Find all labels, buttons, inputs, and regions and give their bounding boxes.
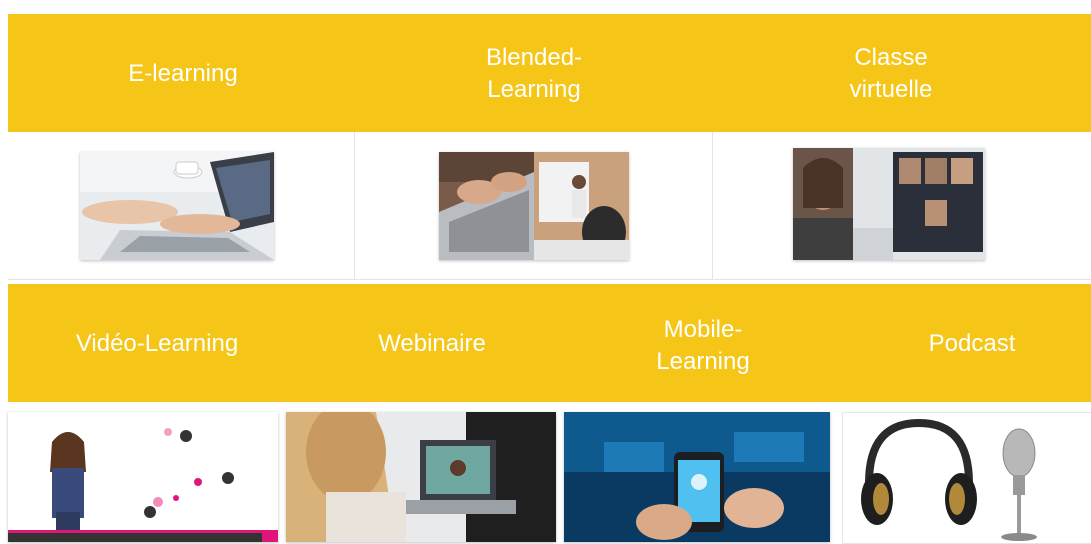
bottom-category-band: Vidéo-Learning Webinaire Mobile- Learnin…	[8, 284, 1091, 402]
laptop-typing-image[interactable]	[80, 152, 274, 260]
cell-blended-learning	[354, 132, 714, 280]
category-mobile-learning[interactable]: Mobile- Learning	[656, 314, 749, 378]
category-podcast[interactable]: Podcast	[929, 328, 1016, 360]
category-video-learning[interactable]: Vidéo-Learning	[76, 328, 238, 360]
mobile-tablet-image[interactable]	[564, 412, 830, 542]
virtual-class-image[interactable]	[793, 148, 986, 260]
category-e-learning[interactable]: E-learning	[128, 58, 237, 90]
top-image-row	[8, 132, 1091, 280]
category-classe-virtuelle[interactable]: Classe virtuelle	[850, 42, 933, 106]
category-webinaire[interactable]: Webinaire	[378, 328, 486, 360]
bottom-image-row	[8, 406, 1091, 544]
presenter-video-image[interactable]	[8, 412, 278, 542]
category-blended-learning[interactable]: Blended- Learning	[486, 42, 582, 106]
podcast-microphone-image[interactable]	[842, 412, 1091, 544]
blended-classroom-image[interactable]	[438, 152, 629, 260]
cell-e-learning	[8, 132, 355, 280]
top-category-band: E-learning Blended- Learning Classe virt…	[8, 14, 1091, 132]
webinar-laptop-image[interactable]	[286, 412, 556, 542]
cell-classe-virtuelle	[713, 132, 1091, 280]
